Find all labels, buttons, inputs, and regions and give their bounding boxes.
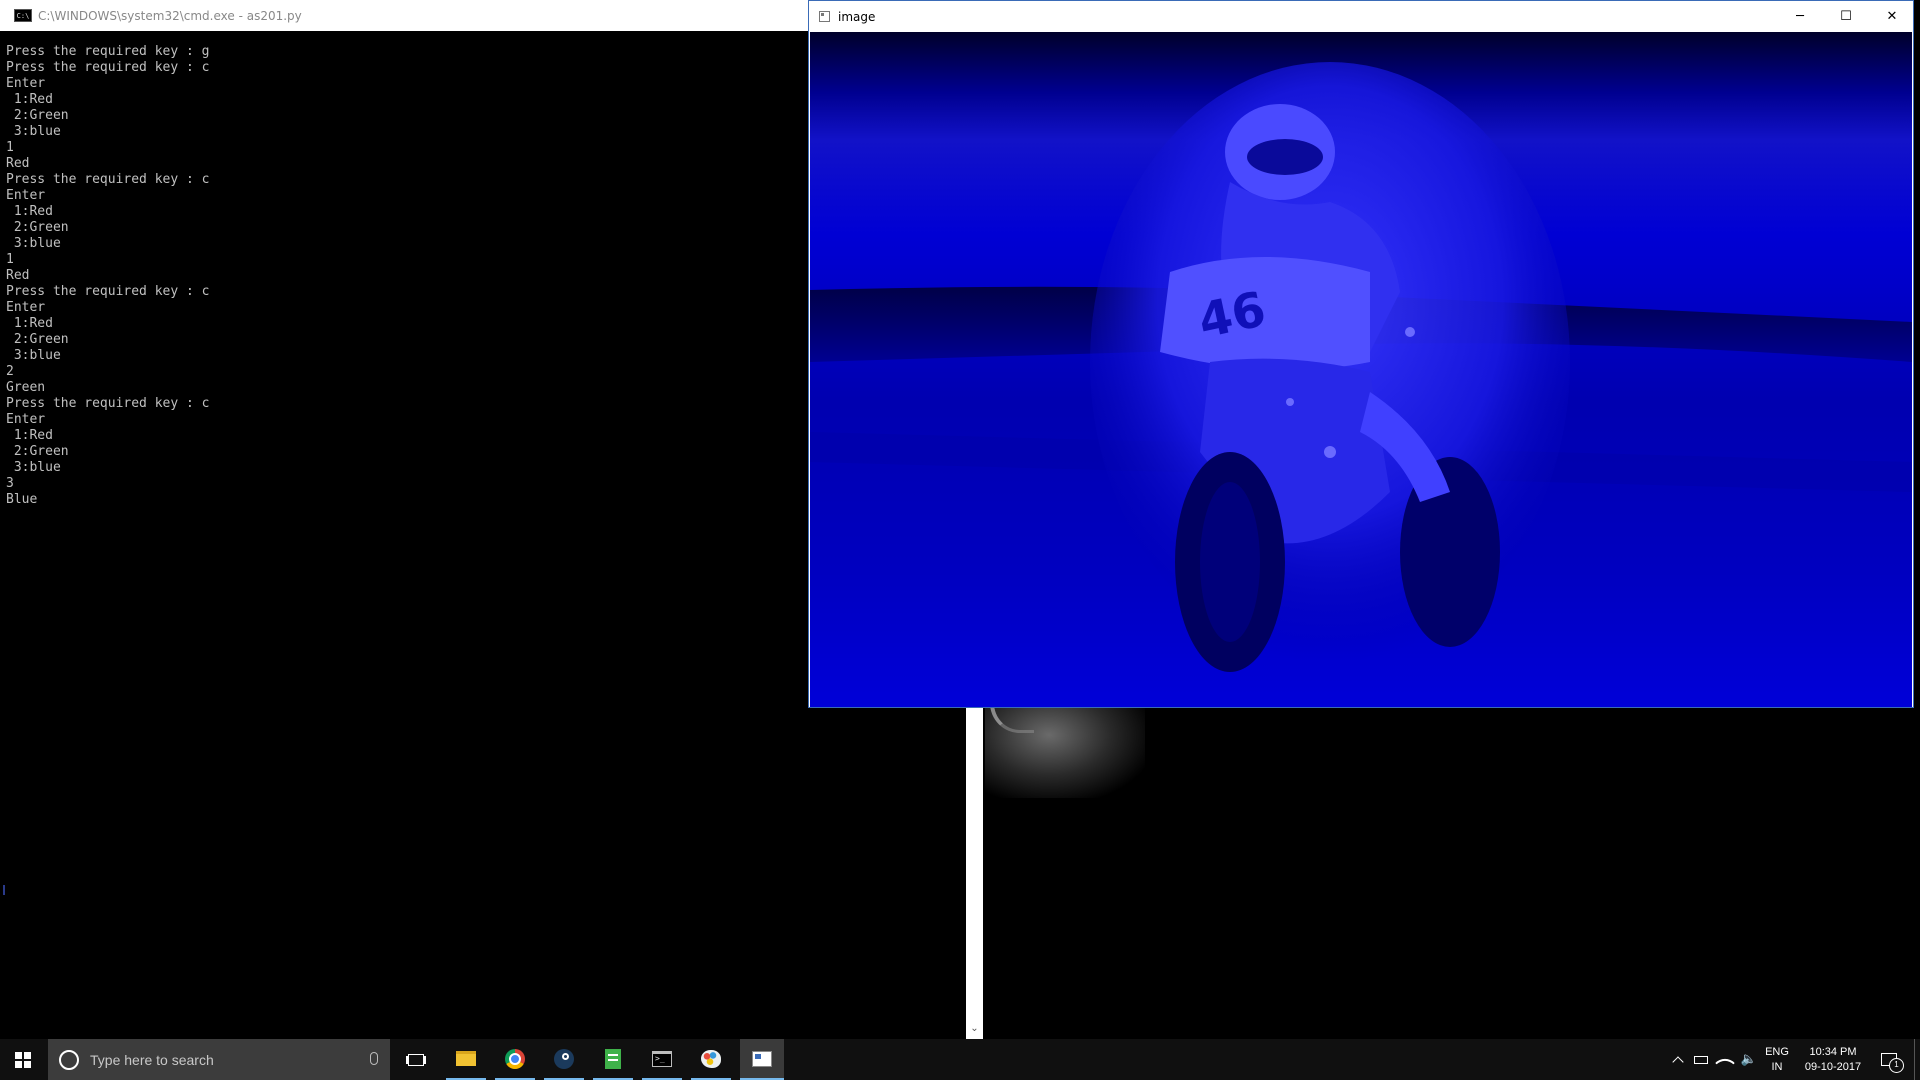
notepad-icon bbox=[605, 1048, 621, 1069]
clock-time: 10:34 PM bbox=[1809, 1046, 1857, 1058]
steam-icon bbox=[554, 1048, 574, 1069]
paint-icon bbox=[701, 1049, 721, 1068]
clock[interactable]: 10:34 PM 09-10-2017 bbox=[1796, 1045, 1870, 1075]
chrome-icon bbox=[505, 1048, 525, 1069]
notification-icon: 1 bbox=[1881, 1053, 1904, 1073]
taskbar-app-cmd[interactable]: >_ bbox=[642, 1039, 682, 1080]
search-placeholder: Type here to search bbox=[90, 1051, 214, 1068]
close-button[interactable]: ✕ bbox=[1869, 1, 1915, 32]
file-explorer-icon bbox=[456, 1051, 476, 1066]
action-center-button[interactable]: 1 bbox=[1872, 1039, 1906, 1080]
microphone-icon[interactable] bbox=[370, 1052, 378, 1065]
cmd-window-title: C:\WINDOWS\system32\cmd.exe - as201.py bbox=[38, 8, 302, 23]
taskbar-app-image-viewer[interactable] bbox=[740, 1039, 784, 1080]
taskbar-app-steam[interactable] bbox=[544, 1039, 584, 1080]
volume-tray-button[interactable]: 🔈 bbox=[1738, 1039, 1760, 1080]
network-tray-button[interactable] bbox=[1714, 1039, 1736, 1080]
speaker-icon: 🔈 bbox=[1740, 1052, 1758, 1067]
scroll-down-arrow-icon[interactable]: ⌄ bbox=[966, 1019, 983, 1039]
minimize-icon: ─ bbox=[1796, 9, 1804, 24]
image-window[interactable]: image ─ ☐ ✕ 46 bbox=[808, 0, 1914, 708]
cmd-scrollbar[interactable]: ⌄ bbox=[966, 708, 983, 1039]
image-window-icon bbox=[819, 11, 830, 22]
language-indicator[interactable]: ENG IN bbox=[1762, 1045, 1792, 1075]
search-box[interactable]: Type here to search bbox=[48, 1039, 390, 1080]
image-display: 46 bbox=[810, 32, 1912, 707]
region-code: IN bbox=[1771, 1061, 1783, 1073]
close-icon: ✕ bbox=[1886, 9, 1898, 24]
clock-date: 09-10-2017 bbox=[1804, 1061, 1862, 1073]
battery-tray-button[interactable] bbox=[1690, 1039, 1712, 1080]
cmd-icon: >_ bbox=[652, 1050, 672, 1067]
notification-count: 1 bbox=[1889, 1058, 1904, 1073]
maximize-button[interactable]: ☐ bbox=[1823, 1, 1869, 32]
taskbar: Type here to search >_ 🔈 ENG IN 10:34 PM… bbox=[0, 1039, 1920, 1080]
taskbar-app-file-explorer[interactable] bbox=[446, 1039, 486, 1080]
task-view-icon bbox=[408, 1053, 424, 1066]
cmd-icon: C:\ bbox=[14, 9, 32, 22]
image-window-title: image bbox=[838, 9, 876, 24]
task-view-button[interactable] bbox=[396, 1039, 436, 1080]
show-hidden-icons-button[interactable] bbox=[1668, 1039, 1688, 1080]
taskbar-app-chrome[interactable] bbox=[495, 1039, 535, 1080]
image-titlebar[interactable]: image ─ ☐ ✕ bbox=[809, 1, 1913, 32]
text-cursor bbox=[3, 885, 5, 895]
maximize-icon: ☐ bbox=[1840, 9, 1852, 24]
scrollbar-thumb[interactable] bbox=[966, 708, 983, 1019]
blue-channel-motorbike-image: 46 bbox=[810, 62, 1912, 672]
windows-logo-icon bbox=[15, 1051, 31, 1068]
cortana-icon bbox=[59, 1049, 79, 1070]
wifi-icon bbox=[1715, 1052, 1735, 1073]
show-desktop-button[interactable] bbox=[1914, 1039, 1920, 1080]
start-button[interactable] bbox=[0, 1039, 46, 1080]
taskbar-app-paint[interactable] bbox=[691, 1039, 731, 1080]
minimize-button[interactable]: ─ bbox=[1777, 1, 1823, 32]
battery-icon bbox=[1694, 1055, 1708, 1064]
language-code: ENG bbox=[1765, 1046, 1789, 1058]
chevron-up-icon bbox=[1672, 1056, 1684, 1068]
image-viewer-icon bbox=[752, 1050, 772, 1067]
taskbar-app-notepad[interactable] bbox=[593, 1039, 633, 1080]
